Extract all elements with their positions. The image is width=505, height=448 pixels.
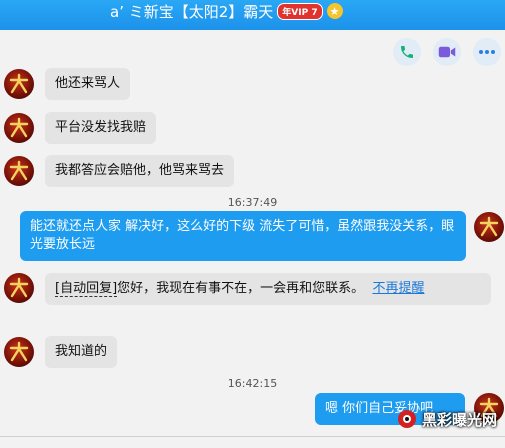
- chat-title: a’ ミ新宝【太阳2】霸天: [110, 2, 274, 21]
- title-bar: a’ ミ新宝【太阳2】霸天 年VIP 7 ★: [0, 0, 505, 30]
- message-bubble[interactable]: 他还来骂人: [45, 68, 131, 100]
- self-avatar[interactable]: [474, 212, 504, 242]
- phone-icon: [401, 46, 413, 58]
- watermark-text: 黑彩曝光网: [421, 410, 497, 429]
- message-timestamp: 16:37:49: [227, 196, 278, 209]
- watermark: 黑彩曝光网: [396, 408, 497, 430]
- message-bubble[interactable]: 我都答应会赔他，他骂来骂去: [45, 155, 235, 187]
- contact-avatar[interactable]: [4, 273, 34, 303]
- message-bubble[interactable]: 平台没发找我赔: [45, 112, 157, 144]
- stop-reminding-link[interactable]: 不再提醒: [372, 281, 424, 296]
- auto-reply-text: 您好，我现在有事不在，一会再和您联系。: [117, 281, 365, 296]
- auto-reply-bubble[interactable]: [自动回复]您好，我现在有事不在，一会再和您联系。 不再提醒: [45, 273, 491, 305]
- message-bubble-outgoing[interactable]: 能还就还点人家 解决好，这么好的下级 流失了可惜，虽然跟我没关系，眼光要放长远: [20, 211, 466, 261]
- input-area-divider: [0, 436, 505, 437]
- contact-avatar[interactable]: [4, 337, 34, 367]
- video-call-button[interactable]: [433, 38, 461, 66]
- phone-call-button[interactable]: [393, 38, 421, 66]
- message-bubble[interactable]: 我知道的: [45, 336, 118, 368]
- vip-badge: 年VIP 7: [277, 2, 323, 20]
- more-icon: [479, 50, 495, 54]
- crown-icon: ★: [326, 3, 343, 19]
- watermark-logo-icon: [397, 410, 416, 428]
- contact-avatar[interactable]: [4, 156, 34, 186]
- more-options-button[interactable]: [473, 38, 501, 66]
- contact-avatar[interactable]: [4, 113, 34, 143]
- chat-toolbar: [393, 38, 501, 66]
- auto-reply-tag: [自动回复]: [55, 281, 118, 297]
- video-icon: [438, 46, 456, 58]
- contact-avatar[interactable]: [4, 69, 34, 99]
- message-timestamp: 16:42:15: [227, 377, 278, 390]
- chat-title-group: a’ ミ新宝【太阳2】霸天 年VIP 7 ★: [110, 0, 343, 22]
